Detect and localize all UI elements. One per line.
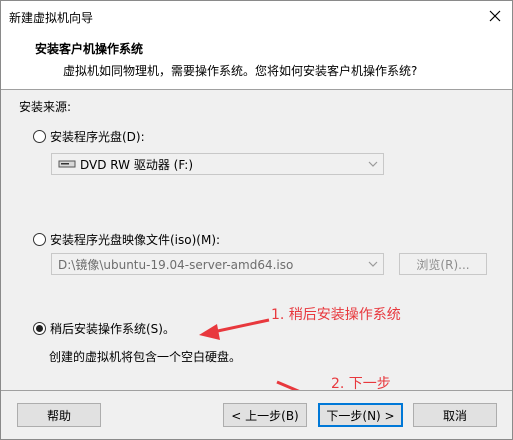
next-button[interactable]: 下一步(N) > — [318, 403, 403, 427]
back-button[interactable]: < 上一步(B) — [223, 403, 307, 427]
cancel-button[interactable]: 取消 — [413, 403, 497, 427]
wizard-window: 新建虚拟机向导 安装客户机操作系统 虚拟机如同物理机，需要操作系统。您将如何安装… — [0, 0, 513, 440]
wizard-footer: 帮助 < 上一步(B) 下一步(N) > 取消 — [1, 391, 512, 439]
annotation-arrow-1 — [199, 318, 270, 340]
help-button[interactable]: 帮助 — [17, 403, 101, 427]
annotation-arrows — [199, 318, 331, 405]
